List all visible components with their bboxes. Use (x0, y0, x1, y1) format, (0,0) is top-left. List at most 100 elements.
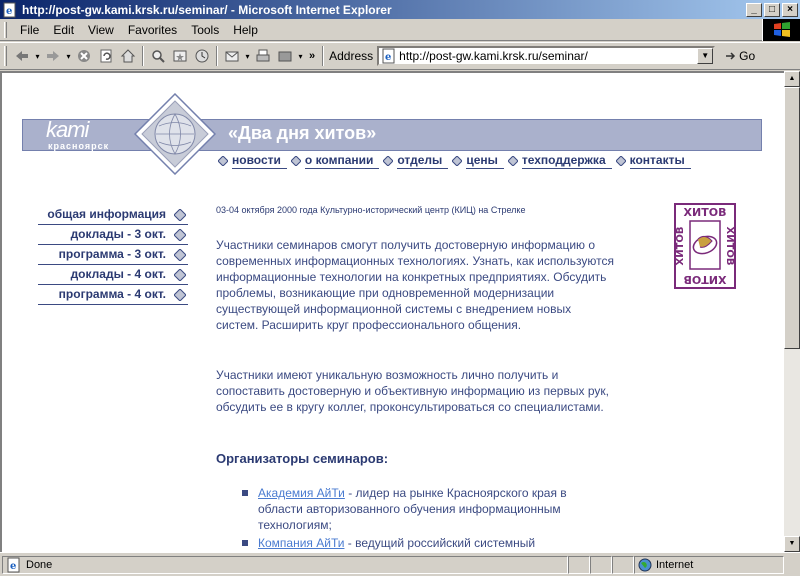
back-dropdown-icon[interactable]: ▾ (33, 52, 42, 61)
opportunity-paragraph: Участники имеют уникальную возможность л… (216, 368, 609, 414)
refresh-icon[interactable] (95, 45, 117, 67)
page-icon: e (381, 48, 397, 64)
main-nav: новости о компании отделы цены техподдер… (218, 153, 695, 169)
status-empty-pane (612, 555, 634, 574)
menu-file[interactable]: File (13, 21, 46, 39)
kami-logo-text: kami (46, 117, 89, 142)
hits-logo-text-bottom: ХИТОВ (684, 273, 727, 286)
svg-text:e: e (6, 6, 12, 17)
stop-icon[interactable] (73, 45, 95, 67)
diamond-bullet-icon (290, 156, 301, 166)
nav-label: о компании (304, 153, 380, 169)
side-item-general-info[interactable]: общая информация (38, 205, 188, 225)
address-input[interactable]: http://post-gw.kami.krsk.ru/seminar/ (399, 49, 697, 63)
nav-item-prices[interactable]: цены (452, 153, 504, 169)
menu-grip[interactable] (4, 21, 7, 38)
history-icon[interactable] (191, 45, 213, 67)
nav-item-departments[interactable]: отделы (383, 153, 449, 169)
nav-item-support[interactable]: техподдержка (507, 153, 612, 169)
diamond-bullet-icon (174, 249, 186, 261)
forward-icon[interactable] (42, 45, 64, 67)
home-icon[interactable] (117, 45, 139, 67)
search-icon[interactable] (147, 45, 169, 67)
nav-label: новости (232, 153, 287, 169)
intro-paragraph: Участники семинаров смогут получить дост… (216, 238, 614, 332)
diamond-bullet-icon (383, 156, 394, 166)
edit-dropdown-icon[interactable]: ▾ (296, 52, 305, 61)
square-bullet-icon (242, 490, 248, 496)
nav-label: техподдержка (521, 153, 612, 169)
svg-text:e: e (10, 561, 16, 572)
favorites-icon[interactable] (169, 45, 191, 67)
toolbar-chevron-icon[interactable]: » (309, 50, 315, 62)
menu-tools[interactable]: Tools (184, 21, 226, 39)
mail-dropdown-icon[interactable]: ▾ (243, 52, 252, 61)
hits-logo-text-right: ХИТОВ (724, 226, 735, 265)
nav-item-news[interactable]: новости (218, 153, 287, 169)
side-item-label: доклады - 3 окт. (70, 227, 166, 241)
ie-page-icon: e (2, 2, 18, 18)
diamond-bullet-icon (218, 156, 228, 166)
diamond-bullet-icon (615, 156, 626, 166)
address-bar[interactable]: e http://post-gw.kami.krsk.ru/seminar/ ▼ (377, 46, 716, 66)
go-button[interactable]: Go (723, 48, 755, 64)
nav-item-about[interactable]: о компании (290, 153, 380, 169)
menu-favorites[interactable]: Favorites (121, 21, 184, 39)
page-title: «Два дня хитов» (228, 123, 377, 143)
site-header-band (22, 119, 762, 151)
academy-it-link[interactable]: Академия АйТи (258, 486, 345, 500)
address-dropdown-icon[interactable]: ▼ (697, 48, 714, 64)
nav-label: контакты (629, 153, 691, 169)
hits-logo-text: ХИТОВ (684, 206, 727, 219)
kami-logo[interactable]: kami (46, 117, 89, 143)
hits-logo[interactable]: ХИТОВ ХИТОВ ХИТОВ ХИТОВ (674, 203, 736, 289)
side-item-reports-oct4[interactable]: доклады - 4 окт. (38, 265, 188, 285)
page-viewport[interactable]: kami красноярск «Два дня хитов» новости … (0, 71, 784, 552)
toolbar-grip[interactable] (4, 46, 7, 66)
window-title: http://post-gw.kami.krsk.ru/seminar/ - M… (22, 2, 392, 17)
side-item-reports-oct3[interactable]: доклады - 3 окт. (38, 225, 188, 245)
diamond-bullet-icon (452, 156, 463, 166)
toolbar-separator (216, 46, 218, 66)
minimize-button[interactable]: _ (746, 2, 762, 17)
scroll-up-icon[interactable]: ▲ (784, 71, 800, 87)
list-item: Компания АйТи - ведущий российский систе… (240, 535, 600, 551)
mail-icon[interactable] (221, 45, 243, 67)
close-button[interactable]: × (782, 2, 798, 17)
side-item-program-oct3[interactable]: программа - 3 окт. (38, 245, 188, 265)
menu-view[interactable]: View (81, 21, 121, 39)
scroll-thumb[interactable] (784, 87, 800, 349)
toolbar-separator (142, 46, 144, 66)
print-icon[interactable] (252, 45, 274, 67)
nav-item-contacts[interactable]: контакты (615, 153, 691, 169)
side-item-label: доклады - 4 окт. (70, 267, 166, 281)
menu-edit[interactable]: Edit (46, 21, 81, 39)
menu-bar: File Edit View Favorites Tools Help (0, 19, 800, 41)
diamond-bullet-icon (174, 269, 186, 281)
side-item-label: программа - 3 окт. (58, 247, 166, 261)
side-item-program-oct4[interactable]: программа - 4 окт. (38, 285, 188, 305)
company-it-link[interactable]: Компания АйТи (258, 536, 344, 550)
scroll-down-icon[interactable]: ▼ (784, 536, 800, 552)
status-main-pane: e Done (2, 555, 568, 574)
edit-icon[interactable] (274, 45, 296, 67)
forward-dropdown-icon[interactable]: ▾ (64, 52, 73, 61)
organizer-description: - ведущий российский системный (344, 536, 536, 550)
title-bar: e http://post-gw.kami.krsk.ru/seminar/ -… (0, 0, 800, 19)
go-arrow-icon (726, 52, 736, 60)
vertical-scrollbar[interactable]: ▲ ▼ (784, 71, 800, 552)
diamond-bullet-icon (174, 289, 186, 301)
back-icon[interactable] (11, 45, 33, 67)
nav-label: цены (466, 153, 504, 169)
standard-toolbar: ▾ ▾ ▾ ▾ » Address e http://post-gw.kami.… (0, 42, 800, 70)
side-item-label: общая информация (47, 207, 166, 221)
event-date-line: 03-04 октября 2000 года Культурно-истори… (216, 205, 526, 215)
diamond-bullet-icon (507, 156, 518, 166)
status-empty-pane (590, 555, 612, 574)
menu-help[interactable]: Help (226, 21, 265, 39)
toolbar-separator (322, 46, 325, 66)
status-bar: e Done Internet (0, 552, 800, 576)
maximize-button[interactable]: □ (764, 2, 780, 17)
address-label: Address (329, 49, 374, 63)
nav-label: отделы (397, 153, 449, 169)
